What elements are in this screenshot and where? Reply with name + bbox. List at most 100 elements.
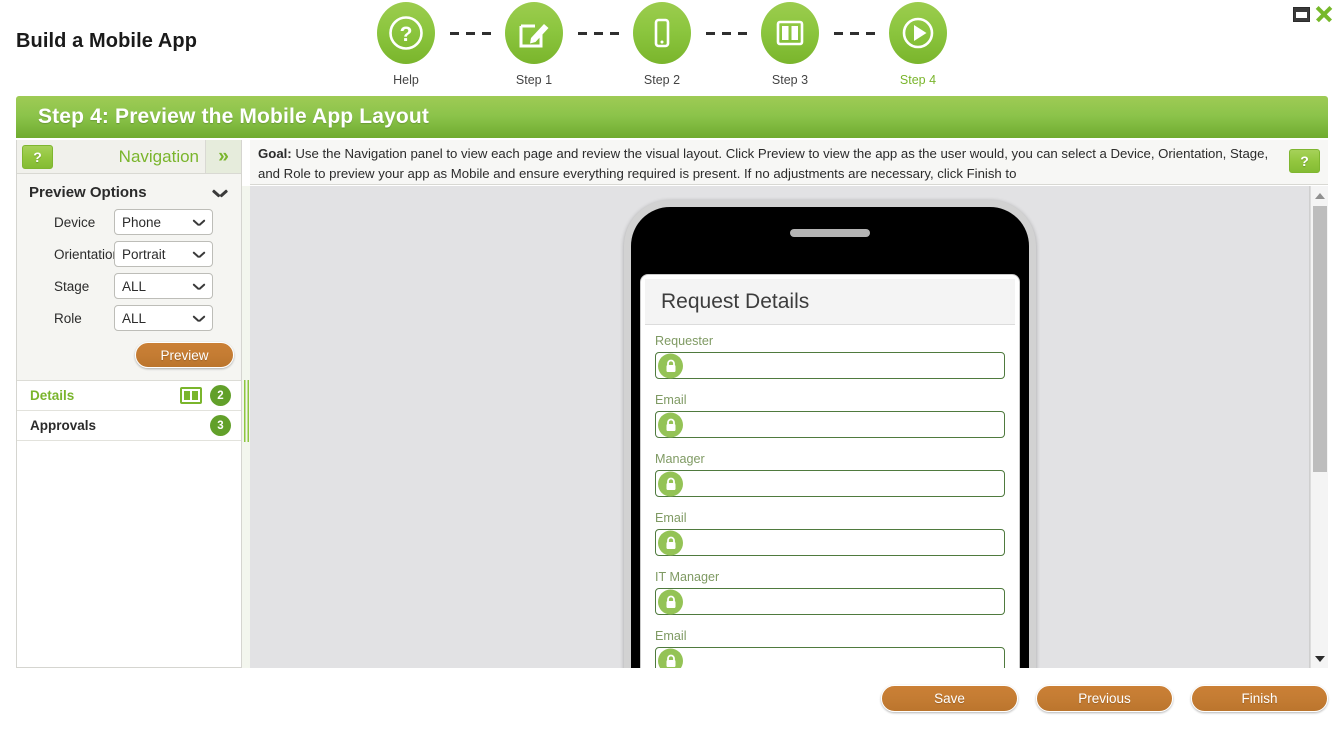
preview-options-header[interactable]: Preview Options [17,182,241,209]
form-fields: Requester Email Manager Email IT Manager… [641,325,1019,668]
scrollbar-thumb[interactable] [1313,206,1327,472]
nav-page-details[interactable]: Details 2 [17,381,241,411]
navigation-title: Navigation [118,146,199,166]
previous-button[interactable]: Previous [1036,685,1173,712]
lock-icon [658,353,683,378]
goal-help-button[interactable]: ? [1289,149,1320,173]
phone-speaker [790,229,870,237]
lock-icon [658,589,683,614]
step-4[interactable]: Step 4 [886,2,950,87]
preview-options-section: Preview Options Device Phone Orientation… [17,174,241,381]
window-controls [1293,4,1334,24]
chevron-down-icon [193,283,205,290]
stage-value: ALL [122,278,147,294]
role-label: Role [54,310,82,326]
role-select[interactable]: ALL [114,305,213,331]
finish-button[interactable]: Finish [1191,685,1328,712]
layout-columns-icon [180,387,202,404]
field-label: Email [655,629,687,643]
device-label: Device [54,214,96,230]
footer: Save Previous Finish [0,676,1344,730]
nav-page-label: Approvals [30,418,97,433]
pencil-edit-icon [505,2,563,64]
option-row-device: Device Phone [17,209,241,235]
step-1[interactable]: Step 1 [502,2,566,87]
nav-page-label: Details [30,388,75,403]
field-label: Email [655,393,687,407]
preview-button[interactable]: Preview [135,342,234,368]
option-row-orientation: Orientation Portrait [17,241,241,267]
field-input[interactable] [655,470,1005,497]
field-input[interactable] [655,588,1005,615]
step-label: Step 2 [643,73,681,87]
section-title: Step 4: Preview the Mobile App Layout [38,105,429,128]
navigation-header: ? Navigation » [17,140,241,174]
navigation-help-button[interactable]: ? [22,144,53,169]
form-field-manager: Manager [655,452,1005,497]
preview-canvas: Request Details Requester Email Manager … [250,186,1310,668]
lock-icon [658,471,683,496]
preview-button-wrap: Preview [17,342,241,368]
restore-window-icon[interactable] [1293,6,1310,22]
preview-options-title: Preview Options [29,184,147,201]
field-input[interactable] [655,411,1005,438]
page-title: Build a Mobile App [16,30,198,52]
form-field-email-3: Email [655,629,1005,668]
step-help[interactable]: ? Help [374,2,438,87]
nav-page-approvals[interactable]: Approvals 3 [17,411,241,441]
field-input[interactable] [655,352,1005,379]
role-value: ALL [122,310,147,326]
section-title-bar: Step 4: Preview the Mobile App Layout [16,96,1328,138]
step-2[interactable]: Step 2 [630,2,694,87]
goal-bar: Goal: Use the Navigation panel to view e… [250,140,1328,185]
footer-buttons: Save Previous Finish [881,685,1328,712]
lock-icon [658,648,683,668]
orientation-value: Portrait [122,246,166,262]
stepper-connector-4 [822,2,886,64]
play-circle-icon [889,2,947,64]
wizard-stepper: ? Help Step 1 Step 2 Step 3 Step 4 [374,2,950,87]
mobile-phone-icon [633,2,691,64]
stage-label: Stage [54,278,90,294]
save-button[interactable]: Save [881,685,1018,712]
phone-mockup: Request Details Requester Email Manager … [624,200,1036,668]
chevron-down-icon [193,219,205,226]
step-label: Step 1 [515,73,553,87]
step-3[interactable]: Step 3 [758,2,822,87]
navigation-panel: ? Navigation » Preview Options Device Ph… [16,140,242,668]
splitter-grip[interactable] [244,380,249,442]
device-select[interactable]: Phone [114,209,213,235]
form-field-email-1: Email [655,393,1005,438]
stepper-connector-2 [566,2,630,64]
field-label: IT Manager [655,570,720,584]
close-window-icon[interactable] [1314,4,1334,24]
lock-icon [658,530,683,555]
content-scrollbar[interactable] [1310,186,1328,668]
chevron-down-icon [193,251,205,258]
field-input[interactable] [655,647,1005,668]
field-input[interactable] [655,529,1005,556]
option-row-role: Role ALL [17,305,241,331]
orientation-label: Orientation [54,246,121,262]
step-label: Step 4 [899,73,937,87]
lock-icon [658,412,683,437]
stage-select[interactable]: ALL [114,273,213,299]
form-field-it-manager: IT Manager [655,570,1005,615]
form-title: Request Details [661,289,810,313]
nav-page-count-badge: 3 [210,415,231,436]
device-value: Phone [122,214,162,230]
chevron-down-icon[interactable] [213,189,227,197]
scroll-up-icon[interactable] [1311,187,1329,204]
orientation-select[interactable]: Portrait [114,241,213,267]
form-title-bar: Request Details [645,279,1015,325]
stepper-connector-1 [438,2,502,64]
form-field-requester: Requester [655,334,1005,379]
chevron-down-icon [193,315,205,322]
scroll-down-icon[interactable] [1311,650,1329,667]
expand-navigation-icon[interactable]: » [205,140,241,173]
layout-columns-icon [761,2,819,64]
app-header: Build a Mobile App ? Help Step 1 Step 2 … [0,0,1344,96]
step-label: Help [393,73,419,87]
stepper-connector-3 [694,2,758,64]
step-label: Step 3 [771,73,809,87]
